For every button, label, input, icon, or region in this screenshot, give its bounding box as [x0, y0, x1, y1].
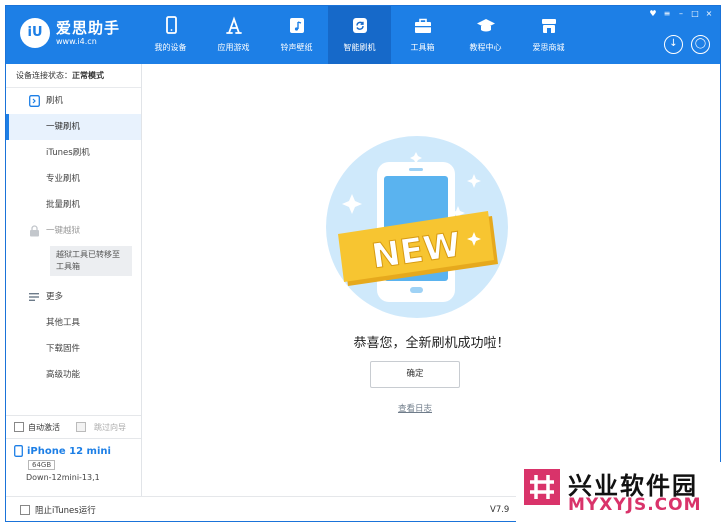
confirm-button[interactable]: 确定: [370, 361, 460, 388]
sidebar-item-itunes-flash[interactable]: iTunes刷机: [6, 140, 141, 166]
list-icon: [29, 293, 39, 301]
favorite-icon[interactable]: ♥: [648, 9, 658, 18]
graduation-cap-icon: [476, 19, 495, 32]
app-window: iU 爱思助手 www.i4.cn 我的设备 应用游戏 铃声壁纸 智能刷机 工具…: [5, 5, 721, 522]
sidebar-section-more[interactable]: 更多: [6, 284, 141, 310]
watermark: 兴业软件园 MYXYJS.COM: [516, 462, 724, 524]
lock-icon: [30, 225, 39, 237]
sidebar-item-batch-flash[interactable]: 批量刷机: [6, 192, 141, 218]
sidebar-section-label: 一键越狱: [46, 226, 81, 236]
close-icon[interactable]: ×: [704, 9, 714, 18]
nav-label: 爱思商城: [532, 43, 565, 52]
sidebar-item-download-firmware[interactable]: 下载固件: [6, 336, 141, 362]
brand: 爱思助手 www.i4.cn: [56, 19, 120, 47]
nav-label: 应用游戏: [217, 43, 250, 52]
sidebar-item-other-tools[interactable]: 其他工具: [6, 310, 141, 336]
jailbreak-tooltip: 越狱工具已转移至工具箱: [50, 246, 132, 276]
device-name-row: iPhone 12 mini: [14, 445, 141, 457]
watermark-logo: [524, 469, 560, 505]
device-name: iPhone 12 mini: [27, 445, 111, 457]
app-store-icon: [225, 16, 242, 34]
device-capacity-badge: 64GB: [28, 460, 56, 470]
window-controls: ♥ ≡ – □ ×: [648, 9, 714, 18]
nav-label: 教程中心: [469, 43, 502, 52]
refresh-icon: [352, 18, 367, 33]
version-label: V7.9: [490, 505, 510, 515]
auto-activate-checkbox[interactable]: [14, 422, 24, 432]
minimize-icon[interactable]: –: [676, 9, 686, 18]
options-row: 自动激活 跳过向导: [6, 416, 141, 438]
toolbox-icon: [414, 18, 431, 33]
nav-store[interactable]: 爱思商城: [517, 6, 580, 64]
skip-guide-label: 跳过向导: [94, 422, 126, 432]
nav-ringtones[interactable]: 铃声壁纸: [265, 6, 328, 64]
sidebar-item-advanced[interactable]: 高级功能: [6, 362, 141, 388]
menu-icon[interactable]: ≡: [662, 9, 672, 18]
block-itunes-checkbox[interactable]: [20, 505, 30, 515]
sidebar: 设备连接状态：正常模式 刷机 一键刷机 iTunes刷机 专业刷机 批量刷机 一…: [6, 64, 142, 521]
nav-tutorials[interactable]: 教程中心: [454, 6, 517, 64]
app-logo: iU: [20, 18, 50, 48]
status-label: 设备连接状态：: [16, 71, 72, 80]
app-name: 爱思助手: [56, 19, 121, 37]
nav-label: 铃声壁纸: [280, 43, 313, 52]
sidebar-section-flash[interactable]: 刷机: [6, 88, 141, 114]
user-icon[interactable]: ◯: [691, 35, 710, 54]
nav-label: 智能刷机: [343, 43, 376, 52]
music-icon: [289, 18, 304, 33]
sidebar-item-one-click-flash[interactable]: 一键刷机: [6, 114, 141, 140]
header-actions: ↓ ◯: [664, 35, 710, 54]
nav-my-device[interactable]: 我的设备: [139, 6, 202, 64]
nav-label: 工具箱: [410, 43, 435, 52]
device-info[interactable]: iPhone 12 mini 64GB Down-12mini-13,1: [6, 438, 141, 504]
app-url: www.i4.cn: [56, 37, 97, 46]
store-icon: [541, 19, 556, 33]
device-firmware: Down-12mini-13,1: [26, 473, 100, 482]
nav-smart-flash[interactable]: 智能刷机: [328, 6, 391, 64]
success-illustration: NEW: [326, 136, 508, 318]
sidebar-item-pro-flash[interactable]: 专业刷机: [6, 166, 141, 192]
view-log-link[interactable]: 查看日志: [142, 402, 688, 414]
header-bar: iU 爱思助手 www.i4.cn 我的设备 应用游戏 铃声壁纸 智能刷机 工具…: [6, 6, 720, 64]
block-itunes-label: 阻止iTunes运行: [35, 506, 96, 516]
download-icon[interactable]: ↓: [664, 35, 683, 54]
nav-toolbox[interactable]: 工具箱: [391, 6, 454, 64]
nav-label: 我的设备: [154, 43, 187, 52]
main-nav: 我的设备 应用游戏 铃声壁纸 智能刷机 工具箱 教程中心 爱思商城: [139, 6, 580, 64]
sidebar-section-jailbreak: 一键越狱: [6, 218, 141, 244]
phone-icon: [165, 16, 177, 34]
flash-phone-icon: [29, 95, 40, 107]
success-message: 恭喜您，全新刷机成功啦！: [353, 336, 510, 351]
nav-apps-games[interactable]: 应用游戏: [202, 6, 265, 64]
skip-guide-checkbox: [76, 422, 86, 432]
sidebar-section-label: 更多: [46, 292, 64, 302]
sidebar-section-label: 刷机: [46, 96, 64, 106]
connection-status: 设备连接状态：正常模式: [6, 64, 141, 88]
device-phone-icon: [14, 445, 23, 457]
main-content: NEW 恭喜您，全新刷机成功啦！ 确定 查看日志: [142, 64, 720, 496]
maximize-icon[interactable]: □: [690, 9, 700, 18]
watermark-subtitle: MYXYJS.COM: [568, 495, 702, 515]
status-value: 正常模式: [72, 71, 104, 80]
sidebar-bottom: 自动激活 跳过向导 iPhone 12 mini 64GB Down-12min…: [6, 415, 141, 504]
auto-activate-label: 自动激活: [28, 422, 60, 432]
